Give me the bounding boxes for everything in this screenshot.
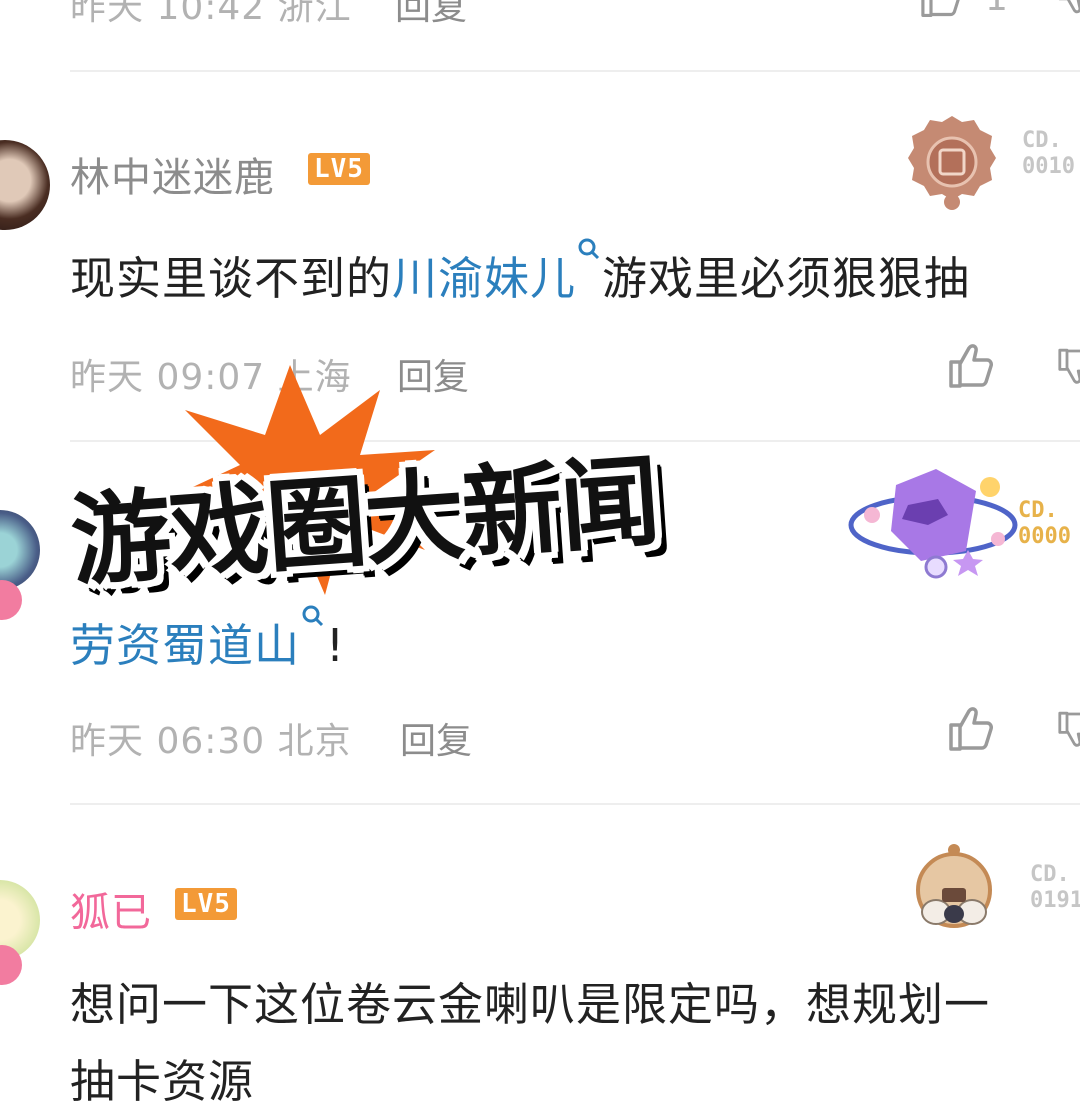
avatar[interactable] xyxy=(0,510,40,590)
comment-2-cd-label: CD. xyxy=(1018,498,1058,523)
comment-0-reply-button[interactable]: 回复 xyxy=(395,0,467,30)
comment-1-text: 现实里谈不到的川渝妹儿 游戏里必须狠狠抽 xyxy=(70,236,970,307)
avatar[interactable] xyxy=(0,140,50,230)
comment-1-like-button[interactable] xyxy=(945,340,995,390)
comment-0-meta: 昨天 10:42 浙江 xyxy=(70,0,352,28)
thumb-up-icon xyxy=(949,707,993,751)
comment-1-topic-link[interactable]: 川渝妹儿 xyxy=(392,252,576,305)
comment-3-text-line2: 抽卡资源 xyxy=(70,1055,255,1108)
comment-3-cd-number: 0191 xyxy=(1030,888,1080,913)
comment-0-like-count: 1 xyxy=(985,0,1009,19)
fan-badge-icon xyxy=(912,842,997,936)
thumb-down-icon xyxy=(1058,348,1080,384)
comment-1-cd-number: 0010 xyxy=(1022,154,1075,179)
comment-3-text-line1: 想问一下这位卷云金喇叭是限定吗，想规划一 xyxy=(70,978,991,1031)
thumb-up-icon xyxy=(921,0,960,17)
comment-3-username[interactable]: 狐已 xyxy=(70,880,152,938)
divider xyxy=(70,803,1080,805)
fan-badge-icon xyxy=(905,112,1000,216)
comment-1-username[interactable]: 林中迷迷鹿 xyxy=(70,145,275,203)
comment-2-meta: 昨天 06:30 北京 xyxy=(70,721,352,762)
comment-3-cd-label: CD. xyxy=(1030,862,1070,887)
level-badge: LV5 xyxy=(175,888,237,920)
comment-2-text: 劳资蜀道山! xyxy=(70,603,345,674)
divider xyxy=(70,70,1080,72)
comment-0-like-button[interactable] xyxy=(915,0,965,19)
fan-badge-icon xyxy=(848,455,1018,589)
comment-2-reply-button[interactable]: 回复 xyxy=(400,712,472,764)
avatar-badge xyxy=(0,580,22,620)
comment-2-text-suffix: ! xyxy=(326,619,346,672)
comment-1-dislike-button[interactable] xyxy=(1055,342,1080,392)
comment-2-like-button[interactable] xyxy=(945,703,995,753)
comment-1-text-suffix: 游戏里必须狠狠抽 xyxy=(602,252,971,305)
comment-2-cd-number: 0000 xyxy=(1018,524,1071,549)
level-badge: LV5 xyxy=(308,153,370,185)
search-icon[interactable] xyxy=(576,236,602,266)
comment-0-dislike-button[interactable] xyxy=(1055,0,1080,19)
search-icon[interactable] xyxy=(300,603,326,633)
thumb-down-icon xyxy=(1058,711,1080,747)
comment-1-text-prefix: 现实里谈不到的 xyxy=(70,252,393,305)
comment-2-dislike-button[interactable] xyxy=(1055,705,1080,755)
thumb-up-icon xyxy=(949,344,993,388)
comment-1-cd-label: CD. xyxy=(1022,128,1062,153)
thumb-down-icon xyxy=(1058,0,1080,14)
comment-2-topic-link[interactable]: 劳资蜀道山 xyxy=(70,619,300,672)
